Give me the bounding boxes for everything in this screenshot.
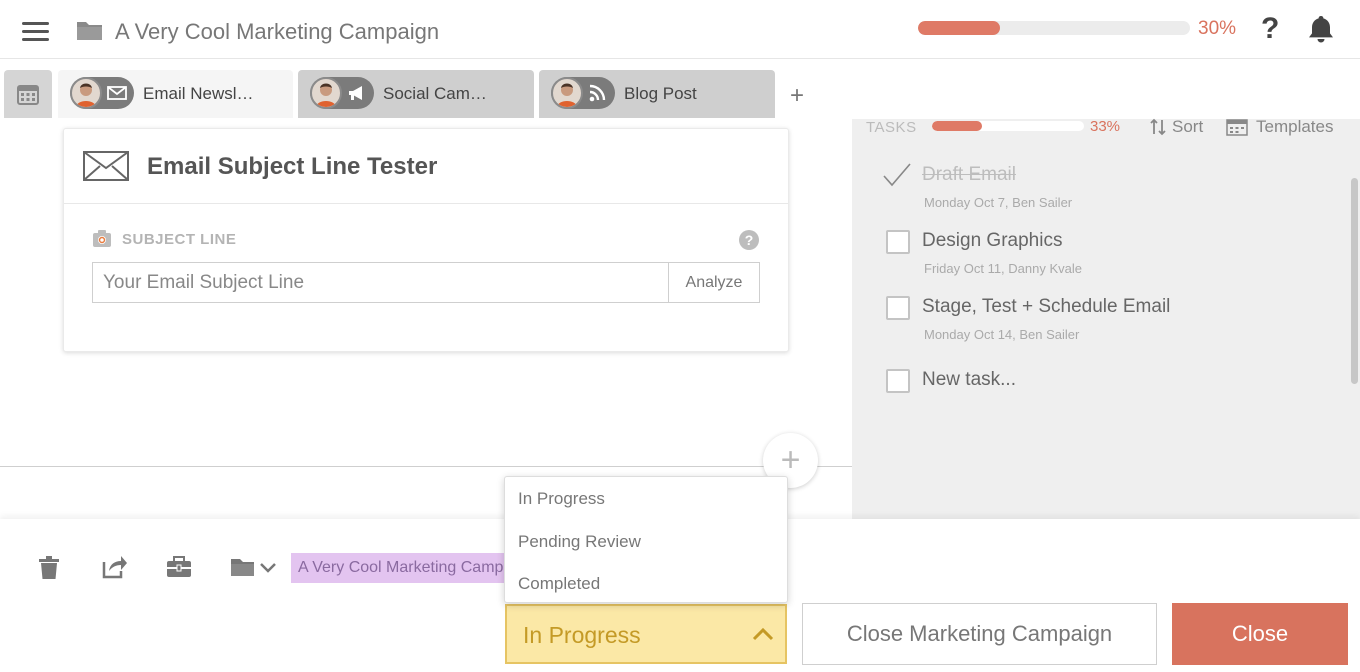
avatar xyxy=(310,77,342,109)
task-name[interactable]: Design Graphics xyxy=(922,230,1062,252)
calendar-tab[interactable] xyxy=(4,70,52,118)
folder-dropdown-icon[interactable] xyxy=(230,556,278,578)
briefcase-icon[interactable] xyxy=(166,556,192,578)
tasks-label: TASKS xyxy=(866,119,917,136)
status-value: In Progress xyxy=(523,622,641,648)
share-icon[interactable] xyxy=(101,554,127,580)
tester-title: Email Subject Line Tester xyxy=(147,153,438,180)
campaign-tag[interactable]: A Very Cool Marketing Campaign xyxy=(291,553,511,583)
content-tabbar: Email Newsl… Social Cam… Blog Post + xyxy=(0,60,1360,119)
tasks-panel: TASKS 33% Sort Templates Draft Email Mon… xyxy=(852,117,1360,519)
tab-social-campaign[interactable]: Social Cam… xyxy=(298,70,534,118)
templates-icon xyxy=(1226,119,1248,136)
analyze-button[interactable]: Analyze xyxy=(668,262,760,303)
sort-label: Sort xyxy=(1172,117,1204,136)
status-dropdown-menu: In Progress Pending Review Completed xyxy=(504,476,788,603)
status-option-pending-review[interactable]: Pending Review xyxy=(518,532,641,552)
tab-email-newsletter[interactable]: Email Newsl… xyxy=(58,70,293,118)
folder-icon xyxy=(77,22,102,40)
campaign-progress-bar xyxy=(918,21,1190,35)
page-title: A Very Cool Marketing Campaign xyxy=(115,19,440,44)
sort-icon xyxy=(1150,118,1166,136)
tab-badge xyxy=(70,77,134,109)
envelope-icon xyxy=(107,86,127,100)
bell-icon[interactable] xyxy=(1307,14,1335,44)
help-icon[interactable]: ? xyxy=(1261,12,1279,46)
scrollbar[interactable] xyxy=(1351,178,1358,384)
subject-line-tester-card: Email Subject Line Tester SUBJECT LINE ?… xyxy=(63,128,789,352)
task-checkbox[interactable] xyxy=(886,230,910,254)
templates-label: Templates xyxy=(1256,117,1334,136)
task-checkbox[interactable] xyxy=(886,296,910,320)
task-meta: Monday Oct 7, Ben Sailer xyxy=(924,195,1073,210)
subject-help-icon[interactable]: ? xyxy=(739,230,759,250)
tab-label: Social Cam… xyxy=(383,84,487,103)
megaphone-icon xyxy=(349,86,362,100)
add-tab-button[interactable]: + xyxy=(790,82,804,110)
rss-icon xyxy=(589,84,606,102)
trash-icon[interactable] xyxy=(38,556,60,580)
templates-button[interactable]: Templates xyxy=(1226,117,1333,137)
avatar xyxy=(70,77,102,109)
subject-line-label: SUBJECT LINE xyxy=(122,231,237,248)
chevron-up-icon xyxy=(752,627,774,641)
campaign-progress-fill xyxy=(918,21,1000,35)
new-task-checkbox[interactable] xyxy=(886,369,910,393)
sort-button[interactable]: Sort xyxy=(1150,117,1203,137)
new-task-input[interactable]: New task... xyxy=(922,369,1016,391)
campaign-progress-label: 30% xyxy=(1198,18,1237,39)
divider xyxy=(0,466,852,467)
subject-line-icon xyxy=(93,230,111,247)
checkmark-icon xyxy=(883,163,911,187)
close-button[interactable]: Close xyxy=(1172,603,1348,665)
tasks-progress-bar xyxy=(932,121,1084,131)
task-meta: Friday Oct 11, Danny Kvale xyxy=(924,261,1082,276)
avatar xyxy=(551,77,583,109)
status-option-completed[interactable]: Completed xyxy=(518,574,600,594)
tasks-progress-label: 33% xyxy=(1090,118,1121,135)
tab-badge xyxy=(551,77,615,109)
tasks-progress-fill xyxy=(932,121,983,131)
task-name[interactable]: Draft Email xyxy=(922,164,1016,186)
tab-label: Blog Post xyxy=(624,84,697,103)
task-checkbox[interactable] xyxy=(883,163,911,188)
task-name[interactable]: Stage, Test + Schedule Email xyxy=(922,296,1170,318)
close-marketing-campaign-button[interactable]: Close Marketing Campaign xyxy=(802,603,1157,665)
envelope-icon xyxy=(83,151,129,181)
task-meta: Monday Oct 14, Ben Sailer xyxy=(924,327,1080,342)
calendar-icon xyxy=(17,85,39,105)
menu-icon[interactable] xyxy=(22,20,50,42)
tab-blog-post[interactable]: Blog Post xyxy=(539,70,775,118)
status-select[interactable]: In Progress xyxy=(505,604,787,664)
tab-label: Email Newsl… xyxy=(143,84,254,103)
status-option-in-progress[interactable]: In Progress xyxy=(518,489,605,509)
editor-area: Email Subject Line Tester SUBJECT LINE ?… xyxy=(0,119,852,519)
tester-header: Email Subject Line Tester xyxy=(64,129,788,204)
subject-line-input[interactable] xyxy=(92,262,669,303)
app-header: A Very Cool Marketing Campaign 30% ? xyxy=(0,0,1360,59)
tab-badge xyxy=(310,77,374,109)
